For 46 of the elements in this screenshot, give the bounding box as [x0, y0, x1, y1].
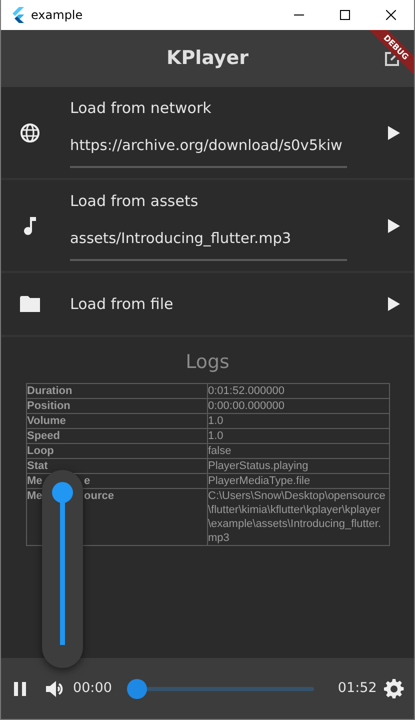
log-label: ource — [84, 488, 114, 502]
log-value: C:\Users\Snow\Desktop\opensource\flutter\kimia\kflutter\kplayer\kplayer\example\assets\Introducing_flutter.mp3 — [208, 488, 386, 544]
source-title: Load from network — [70, 98, 212, 120]
play-icon — [388, 297, 400, 311]
log-label: Stat — [27, 460, 48, 472]
app-title: KPlayer — [166, 46, 249, 72]
play-button[interactable] — [388, 218, 400, 232]
settings-button[interactable] — [384, 678, 404, 698]
settings-icon — [384, 678, 404, 698]
log-label: e — [84, 474, 90, 488]
log-value: 1.0 — [208, 414, 224, 428]
seek-thumb[interactable] — [126, 678, 147, 698]
play-button[interactable] — [388, 126, 400, 140]
flutter-logo-icon — [11, 7, 25, 23]
pause-icon — [13, 680, 27, 696]
window-title: example — [31, 7, 83, 24]
play-icon — [388, 218, 400, 232]
log-label: Me — [27, 474, 42, 486]
log-value: 0:01:52.000000 — [208, 384, 286, 398]
log-label: Volume — [27, 414, 66, 426]
url-field[interactable]: https://archive.org/download/s0v5kiw — [70, 130, 347, 168]
log-value: PlayerStatus.playing — [208, 458, 310, 472]
log-value: PlayerMediaType.file — [208, 474, 312, 488]
play-icon — [388, 126, 400, 140]
maximize-icon — [340, 10, 350, 20]
globe-icon — [20, 122, 40, 142]
url-field[interactable]: assets/Introducing_flutter.mp3 — [70, 222, 347, 261]
pause-button[interactable] — [13, 680, 27, 696]
log-label: Duration — [27, 384, 72, 396]
source-title: Load from assets — [70, 191, 200, 212]
volume-thumb[interactable] — [52, 482, 73, 503]
folder-icon — [20, 296, 40, 312]
log-label: Me — [27, 490, 42, 502]
log-value: 1.0 — [208, 428, 224, 442]
log-label: Speed — [27, 430, 60, 442]
position-time: 00:00 — [73, 679, 112, 698]
close-icon — [386, 10, 396, 20]
log-value: false — [208, 444, 232, 458]
log-value: 0:00:00.000000 — [208, 398, 286, 412]
play-button[interactable] — [388, 297, 400, 311]
music-note-icon — [24, 216, 36, 234]
source-title: Load from file — [70, 294, 174, 315]
duration-time: 01:52 — [338, 679, 377, 698]
logs-heading: Logs — [184, 350, 230, 375]
log-label: Loop — [27, 444, 54, 456]
log-label: Position — [27, 400, 70, 412]
